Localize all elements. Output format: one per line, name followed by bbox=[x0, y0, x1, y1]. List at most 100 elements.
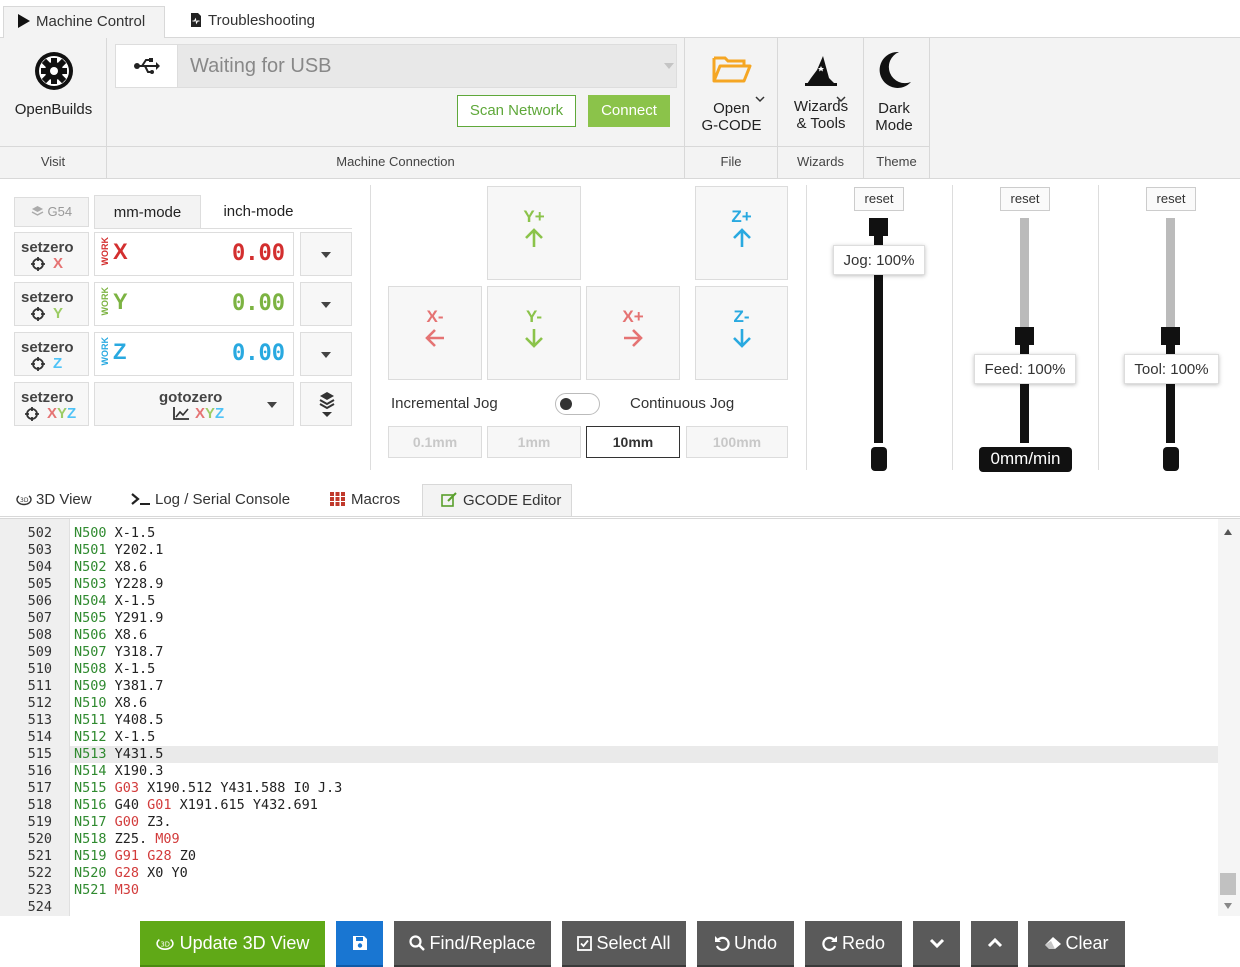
fold-down-button[interactable] bbox=[913, 921, 960, 967]
feed-slider-handle[interactable] bbox=[1015, 327, 1034, 345]
step-button-100mm[interactable]: 100mm bbox=[686, 426, 788, 458]
jog-slider-handle[interactable] bbox=[869, 218, 888, 236]
jog-z-minus-button[interactable]: Z- bbox=[695, 286, 788, 380]
code-token: G00 bbox=[114, 814, 140, 830]
code-line[interactable]: N500 X-1.5 bbox=[74, 525, 155, 542]
gotozero-button[interactable]: gotozero XYZ bbox=[94, 382, 294, 426]
step-button-1mm[interactable]: 1mm bbox=[487, 426, 581, 458]
code-token: X190.3 bbox=[106, 763, 164, 779]
setzero-xyz-button[interactable]: setzero XYZ bbox=[14, 382, 89, 426]
tab-machine-control[interactable]: Machine Control bbox=[3, 6, 165, 38]
wizards-tools-button[interactable]: Wizards & Tools bbox=[778, 52, 864, 132]
code-line[interactable]: N511 Y408.5 bbox=[74, 712, 163, 729]
code-line[interactable]: N514 X190.3 bbox=[74, 763, 163, 780]
jog-z-plus-button[interactable]: Z+ bbox=[695, 186, 788, 280]
y-menu-button[interactable] bbox=[300, 282, 352, 326]
code-line[interactable]: N510 X8.6 bbox=[74, 695, 147, 712]
clear-button[interactable]: Clear bbox=[1028, 921, 1125, 967]
chart-line-icon bbox=[173, 407, 189, 420]
jog-mode-toggle[interactable] bbox=[555, 393, 600, 415]
step-button-0.1mm[interactable]: 0.1mm bbox=[388, 426, 482, 458]
save-button[interactable] bbox=[336, 921, 383, 967]
code-line[interactable]: N509 Y381.7 bbox=[74, 678, 163, 695]
jog-x-plus-button[interactable]: X+ bbox=[586, 286, 680, 380]
code-line[interactable]: N513 Y431.5 bbox=[74, 746, 163, 763]
tab-3d-view[interactable]: 3D 3D View bbox=[16, 484, 92, 516]
code-line[interactable]: N512 X-1.5 bbox=[74, 729, 155, 746]
tab-log-console[interactable]: Log / Serial Console bbox=[131, 484, 290, 516]
code-line[interactable]: N501 Y202.1 bbox=[74, 542, 163, 559]
gcode-editor[interactable]: 502 503 504 505 506 507 508 509 510 511 512 513 514 5… bbox=[0, 518, 1240, 917]
port-select[interactable]: Waiting for USB bbox=[115, 44, 677, 88]
code-token: X8.6 bbox=[106, 559, 148, 575]
tab-gcode-editor[interactable]: GCODE Editor bbox=[422, 484, 572, 516]
file-group: Open G-CODE File bbox=[685, 38, 778, 179]
fold-up-button[interactable] bbox=[971, 921, 1018, 967]
tab-label: Troubleshooting bbox=[208, 12, 316, 29]
find-replace-button[interactable]: Find/Replace bbox=[394, 921, 551, 967]
code-line[interactable]: N502 X8.6 bbox=[74, 559, 147, 576]
code-line[interactable]: N515 G03 X190.512 Y431.588 I0 J.3 bbox=[74, 780, 342, 797]
tab-macros[interactable]: Macros bbox=[330, 484, 400, 516]
tool-reset-button[interactable]: reset bbox=[1146, 187, 1196, 211]
code-line[interactable]: N520 G28 X0 Y0 bbox=[74, 865, 188, 882]
chevron-down-icon bbox=[321, 252, 331, 258]
code-line[interactable]: N521 M30 bbox=[74, 882, 139, 899]
scroll-down-icon[interactable] bbox=[1224, 903, 1232, 909]
feed-reset-button[interactable]: reset bbox=[1000, 187, 1050, 211]
jog-reset-button[interactable]: reset bbox=[854, 187, 904, 211]
scroll-up-icon[interactable] bbox=[1224, 529, 1232, 535]
x-menu-button[interactable] bbox=[300, 232, 352, 276]
undo-button[interactable]: Undo bbox=[697, 921, 794, 967]
code-line[interactable]: N507 Y318.7 bbox=[74, 644, 163, 661]
setzero-x-button[interactable]: setzero X bbox=[14, 232, 89, 276]
jog-x-minus-button[interactable]: X- bbox=[388, 286, 482, 380]
code-line[interactable]: N503 Y228.9 bbox=[74, 576, 163, 593]
wizards-label-2: & Tools bbox=[796, 115, 846, 132]
line-number: 502 bbox=[27, 525, 52, 541]
tab-inch-mode[interactable]: inch-mode bbox=[205, 195, 312, 229]
code-line[interactable]: N508 X-1.5 bbox=[74, 661, 155, 678]
line-number: 514 bbox=[27, 729, 52, 745]
tab-mm-mode[interactable]: mm-mode bbox=[94, 195, 201, 229]
scroll-thumb[interactable] bbox=[1220, 873, 1236, 895]
redo-button[interactable]: Redo bbox=[805, 921, 902, 967]
eraser-icon bbox=[1045, 937, 1062, 949]
code-line[interactable]: N504 X-1.5 bbox=[74, 593, 155, 610]
jog-y-plus-button[interactable]: Y+ bbox=[487, 186, 581, 280]
open-gcode-button[interactable]: Open G-CODE bbox=[685, 54, 778, 134]
tool-slider-handle[interactable] bbox=[1161, 327, 1180, 345]
z-position-display: WORK Z 0.00 bbox=[94, 332, 294, 376]
z-menu-button[interactable] bbox=[300, 332, 352, 376]
editor-scrollbar[interactable] bbox=[1218, 519, 1240, 917]
update-3d-view-button[interactable]: 3D Update 3D View bbox=[140, 921, 325, 967]
svg-text:3D: 3D bbox=[20, 497, 29, 504]
tab-label: 3D View bbox=[36, 491, 92, 508]
code-line[interactable]: N505 Y291.9 bbox=[74, 610, 163, 627]
code-line[interactable]: N518 Z25. M09 bbox=[74, 831, 180, 848]
probe-menu-button[interactable] bbox=[300, 382, 352, 426]
setzero-y-button[interactable]: setzero Y bbox=[14, 282, 89, 326]
arrow-down-icon bbox=[732, 329, 751, 348]
setzero-label: setzero bbox=[21, 239, 74, 256]
tab-troubleshooting[interactable]: Troubleshooting bbox=[176, 6, 336, 38]
connect-button[interactable]: Connect bbox=[588, 95, 670, 127]
step-button-10mm[interactable]: 10mm bbox=[586, 426, 680, 458]
select-all-button[interactable]: Select All bbox=[562, 921, 686, 967]
code-line[interactable]: N516 G40 G01 X191.615 Y432.691 bbox=[74, 797, 318, 814]
z-value: 0.00 bbox=[232, 341, 285, 366]
dark-mode-button[interactable]: Dark Mode bbox=[864, 50, 924, 134]
openbuilds-button[interactable]: OpenBuilds bbox=[0, 50, 107, 118]
wcs-button[interactable]: G54 bbox=[14, 197, 89, 227]
jog-label: Y+ bbox=[523, 207, 545, 226]
jog-label: X+ bbox=[622, 307, 644, 326]
code-line[interactable]: N506 X8.6 bbox=[74, 627, 147, 644]
scan-network-button[interactable]: Scan Network bbox=[457, 95, 576, 127]
jog-y-minus-button[interactable]: Y- bbox=[487, 286, 581, 380]
setzero-z-button[interactable]: setzero Z bbox=[14, 332, 89, 376]
code-token: N501 bbox=[74, 542, 107, 558]
code-line[interactable]: N519 G91 G28 Z0 bbox=[74, 848, 196, 865]
code-token: N503 bbox=[74, 576, 107, 592]
code-line[interactable]: N517 G00 Z3. bbox=[74, 814, 172, 831]
